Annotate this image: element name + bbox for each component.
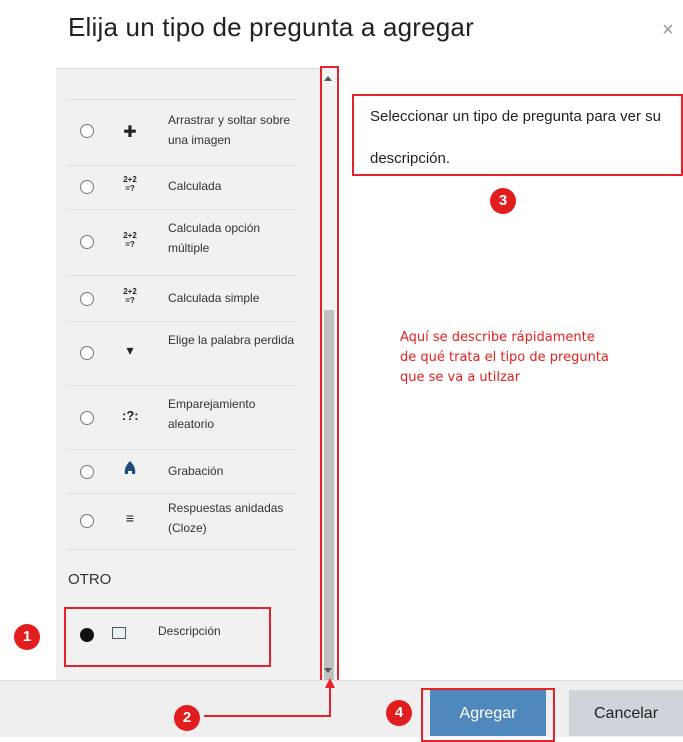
list-item-label: Calculada [168, 179, 222, 193]
annotation-arrow [204, 678, 335, 717]
radio-button[interactable] [80, 235, 94, 249]
radio-button[interactable] [80, 465, 94, 479]
calculated-icon: 2+2 =? [123, 175, 137, 193]
random-match-icon: :?: [122, 408, 139, 423]
calculated-simple-icon: 2+2 =? [123, 287, 137, 305]
recording-icon [122, 460, 138, 476]
annotation-note: Aquí se describe rápidamente de qué trat… [400, 330, 609, 385]
radio-button[interactable] [80, 514, 94, 528]
list-item-label: Emparejamiento aleatorio [168, 397, 256, 431]
radio-button[interactable] [80, 292, 94, 306]
annotation-box-scrollbar [320, 66, 339, 682]
list-item-label: Calculada opción múltiple [168, 221, 261, 255]
step-badge-4: 4 [386, 700, 412, 726]
annotation-box-selected [64, 607, 271, 667]
step-badge-1: 1 [14, 624, 40, 650]
radio-button[interactable] [80, 180, 94, 194]
list-divider [66, 549, 298, 551]
list-item-random-match[interactable]: :?: Emparejamiento aleatorio [66, 385, 298, 450]
list-item-calculated-multi[interactable]: 2+2 =? Calculada opción múltiple [66, 209, 298, 276]
list-item-label: Calculada simple [168, 291, 260, 305]
list-item-recording[interactable]: Grabación [66, 449, 298, 494]
annotation-box-add-button [421, 688, 555, 742]
radio-button[interactable] [80, 346, 94, 360]
radio-button[interactable] [80, 411, 94, 425]
step-badge-2: 2 [174, 705, 200, 731]
dialog-title: Elija un tipo de pregunta a agregar [68, 12, 474, 42]
question-type-list: ✚ Arrastrar y soltar sobre una imagen 2+… [56, 68, 320, 681]
section-heading-other: OTRO [68, 571, 112, 588]
step-badge-3: 3 [490, 188, 516, 214]
list-item-missing-word[interactable]: ▾ Elige la palabra perdida [66, 321, 298, 386]
list-item-label: Grabación [168, 464, 224, 478]
list-item-drag-drop-image[interactable]: ✚ Arrastrar y soltar sobre una imagen [66, 99, 298, 166]
list-item-label: Respuestas anidadas (Cloze) [168, 501, 284, 535]
list-item-cloze[interactable]: ≡ Respuestas anidadas (Cloze) [66, 493, 298, 550]
calculated-multi-icon: 2+2 =? [123, 231, 137, 249]
move-cross-icon: ✚ [123, 124, 137, 141]
radio-button[interactable] [80, 124, 94, 138]
list-item-calculated[interactable]: 2+2 =? Calculada [66, 165, 298, 210]
list-item-calculated-simple[interactable]: 2+2 =? Calculada simple [66, 275, 298, 322]
list-item-label: Arrastrar y soltar sobre una imagen [168, 113, 291, 147]
list-item-label: Elige la palabra perdida [168, 333, 295, 347]
caret-down-icon: ▾ [126, 342, 134, 358]
annotation-box-description [352, 94, 683, 176]
close-icon[interactable]: × [662, 20, 674, 40]
cancel-button[interactable]: Cancelar [569, 690, 683, 736]
cloze-icon: ≡ [125, 510, 135, 526]
